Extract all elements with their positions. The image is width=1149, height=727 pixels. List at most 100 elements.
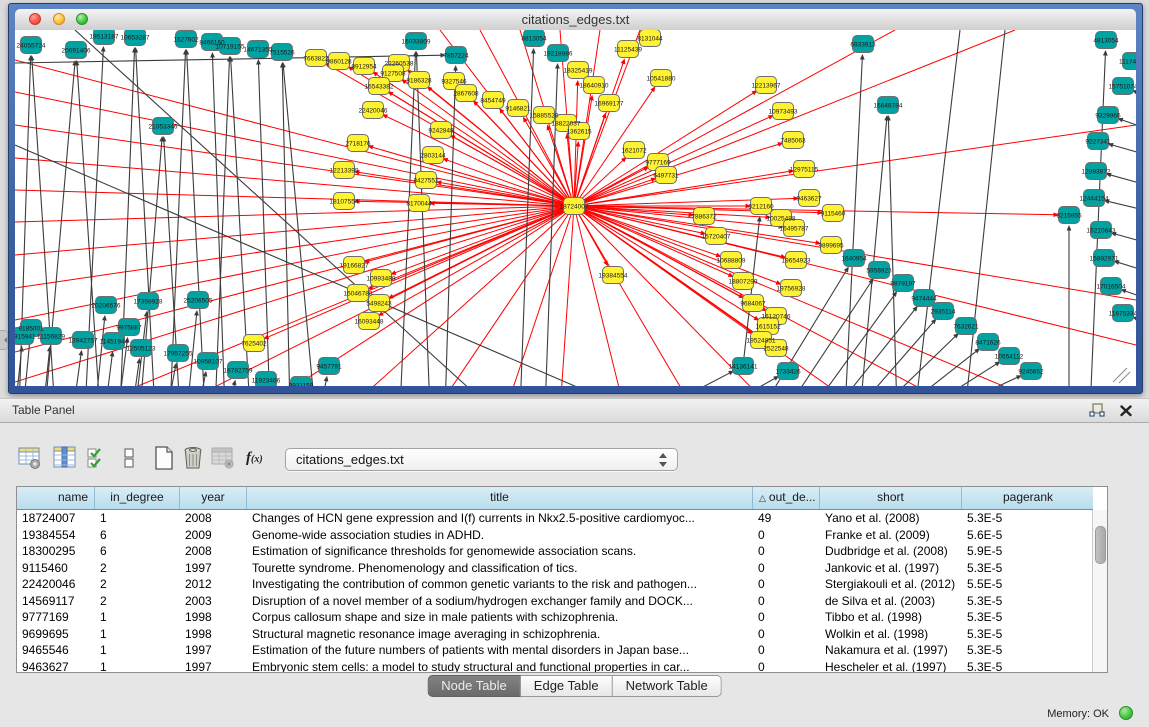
column-header-title[interactable]: title [247,487,753,509]
minimize-button[interactable] [53,13,65,25]
graph-edge[interactable] [915,30,960,386]
table-cell: Estimation of the future numbers of pati… [247,642,753,659]
application-window: citations_edges.txt 24055724206914061951… [0,0,1149,727]
graph-edge[interactable] [574,206,965,386]
graph-edge[interactable] [574,30,600,206]
graph-node-label: 2718176 [345,141,371,148]
graph-node-label: 18807299 [729,279,758,286]
table-cell: 1 [95,659,180,673]
graph-edge[interactable] [574,179,655,206]
table-cell: Embryonic stem cells: a model to study s… [247,659,753,673]
graph-edge[interactable] [943,376,1020,386]
table-row[interactable]: 969969511998Structural magnetic resonanc… [17,626,1093,643]
graph-edge[interactable] [73,352,81,386]
memory-status-dot[interactable] [1119,706,1133,720]
graph-node-label: 16543382 [365,84,394,91]
table-cell: 9699695 [17,626,95,643]
table-cell: 5.6E-5 [962,527,1093,544]
table-body[interactable]: 1872400712008Changes of HCN gene express… [17,510,1093,672]
column-header-label: pagerank [1003,490,1053,504]
graph-node-label: 8215955 [1056,213,1082,220]
graph-node-label: 9931159 [289,383,314,387]
graph-edge[interactable] [574,30,1015,206]
graph-edge[interactable] [105,353,112,386]
column-header-pagerank[interactable]: pagerank [962,487,1093,509]
table-cell: Yano et al. (2008) [820,510,962,527]
graph-edge[interactable] [845,56,862,386]
table-row[interactable]: 946554611997Estimation of the future num… [17,642,1093,659]
table-row[interactable]: 946362711997Embryonic stem cells: a mode… [17,659,1093,673]
graph-edge[interactable] [15,206,574,288]
graph-node-label: 22420046 [359,108,388,115]
scrollbar-thumb[interactable] [1095,526,1106,564]
row-view-icon[interactable] [116,445,142,471]
selection-checklist-icon[interactable] [85,445,111,471]
function-builder-icon[interactable]: f(x) [246,445,272,471]
column-visibility-icon[interactable] [52,445,78,471]
float-panel-icon[interactable] [1089,403,1105,418]
graph-node-label: 18640910 [580,83,609,90]
graph-edge[interactable] [15,206,574,382]
column-header-short[interactable]: short [820,487,962,509]
tab-network-table[interactable]: Network Table [613,675,722,697]
table-row[interactable]: 911546021997Tourette syndrome. Phenomeno… [17,560,1093,577]
trash-icon[interactable] [180,445,206,471]
graph-node-label: 9457791 [316,364,342,371]
column-header-label: title [490,490,509,504]
graph-edge[interactable] [655,372,732,386]
table-options-icon[interactable] [17,445,43,471]
graph-edge[interactable] [888,117,897,386]
table-row[interactable]: 2242004622012Investigating the contribut… [17,576,1093,593]
graph-edge[interactable] [1113,233,1136,248]
table-cell: Hescheler et al. (1997) [820,659,962,673]
tab-edge-table[interactable]: Edge Table [521,675,613,697]
graph-edge[interactable] [921,362,999,386]
graph-edge[interactable] [560,206,574,386]
table-cell: 2012 [180,576,247,593]
table-row[interactable]: 1938455462009Genome-wide association stu… [17,527,1093,544]
graph-edge[interactable] [1106,201,1136,215]
graph-edge[interactable] [1110,144,1136,160]
table-row[interactable]: 1872400712008Changes of HCN gene express… [17,510,1093,527]
column-header-label: year [201,490,224,504]
column-header-year[interactable]: year [180,487,247,509]
table-cell: 6 [95,527,180,544]
close-button[interactable] [29,13,41,25]
graph-node-label: 10958107 [194,359,223,366]
column-header-name[interactable]: name [17,487,95,509]
close-panel-icon[interactable] [1119,403,1133,418]
graph-edge[interactable] [833,307,917,386]
graph-edge[interactable] [810,293,896,386]
graph-edge[interactable] [574,116,772,206]
collapse-west-panel-handle[interactable] [0,330,8,350]
column-header-in_degree[interactable]: in_degree [95,487,180,509]
vertical-scrollbar[interactable] [1092,510,1107,672]
table-row[interactable]: 1456911722003Disruption of a novel membe… [17,593,1093,610]
new-file-icon[interactable] [151,445,177,471]
memory-status-label: Memory: OK [1047,708,1109,720]
window-titlebar[interactable]: citations_edges.txt [15,9,1136,31]
graph-edge[interactable] [392,206,574,274]
network-canvas[interactable]: 2405572420691406195131871065328715276028… [15,30,1136,386]
table-row[interactable]: 977716911998Corpus callosum shape and si… [17,609,1093,626]
graph-edge[interactable] [715,377,778,386]
graph-node-label: 18724007 [560,204,589,211]
table-cell: 5.9E-5 [962,543,1093,560]
tab-node-table[interactable]: Node Table [427,675,521,697]
graph-edge[interactable] [15,206,574,222]
graph-edge[interactable] [1115,262,1136,277]
column-header-out_de[interactable]: △out_de... [753,487,820,509]
graph-node-label: 18325419 [564,68,593,75]
table-chooser-select[interactable]: citations_edges.txt [285,448,678,471]
graph-node-label: 21053346 [149,124,178,131]
graph-edge[interactable] [187,51,205,386]
select-stepper-icon [659,452,668,468]
graph-edge[interactable] [899,349,979,386]
graph-edge[interactable] [435,206,574,386]
graph-node-label: 1733426 [775,369,801,376]
resize-grip-icon[interactable] [1113,368,1127,382]
zoom-button[interactable] [76,13,88,25]
table-row[interactable]: 1830029562008Estimation of significance … [17,543,1093,560]
graph-node-label: 8912954 [351,64,377,71]
graph-edge[interactable] [1108,174,1136,190]
